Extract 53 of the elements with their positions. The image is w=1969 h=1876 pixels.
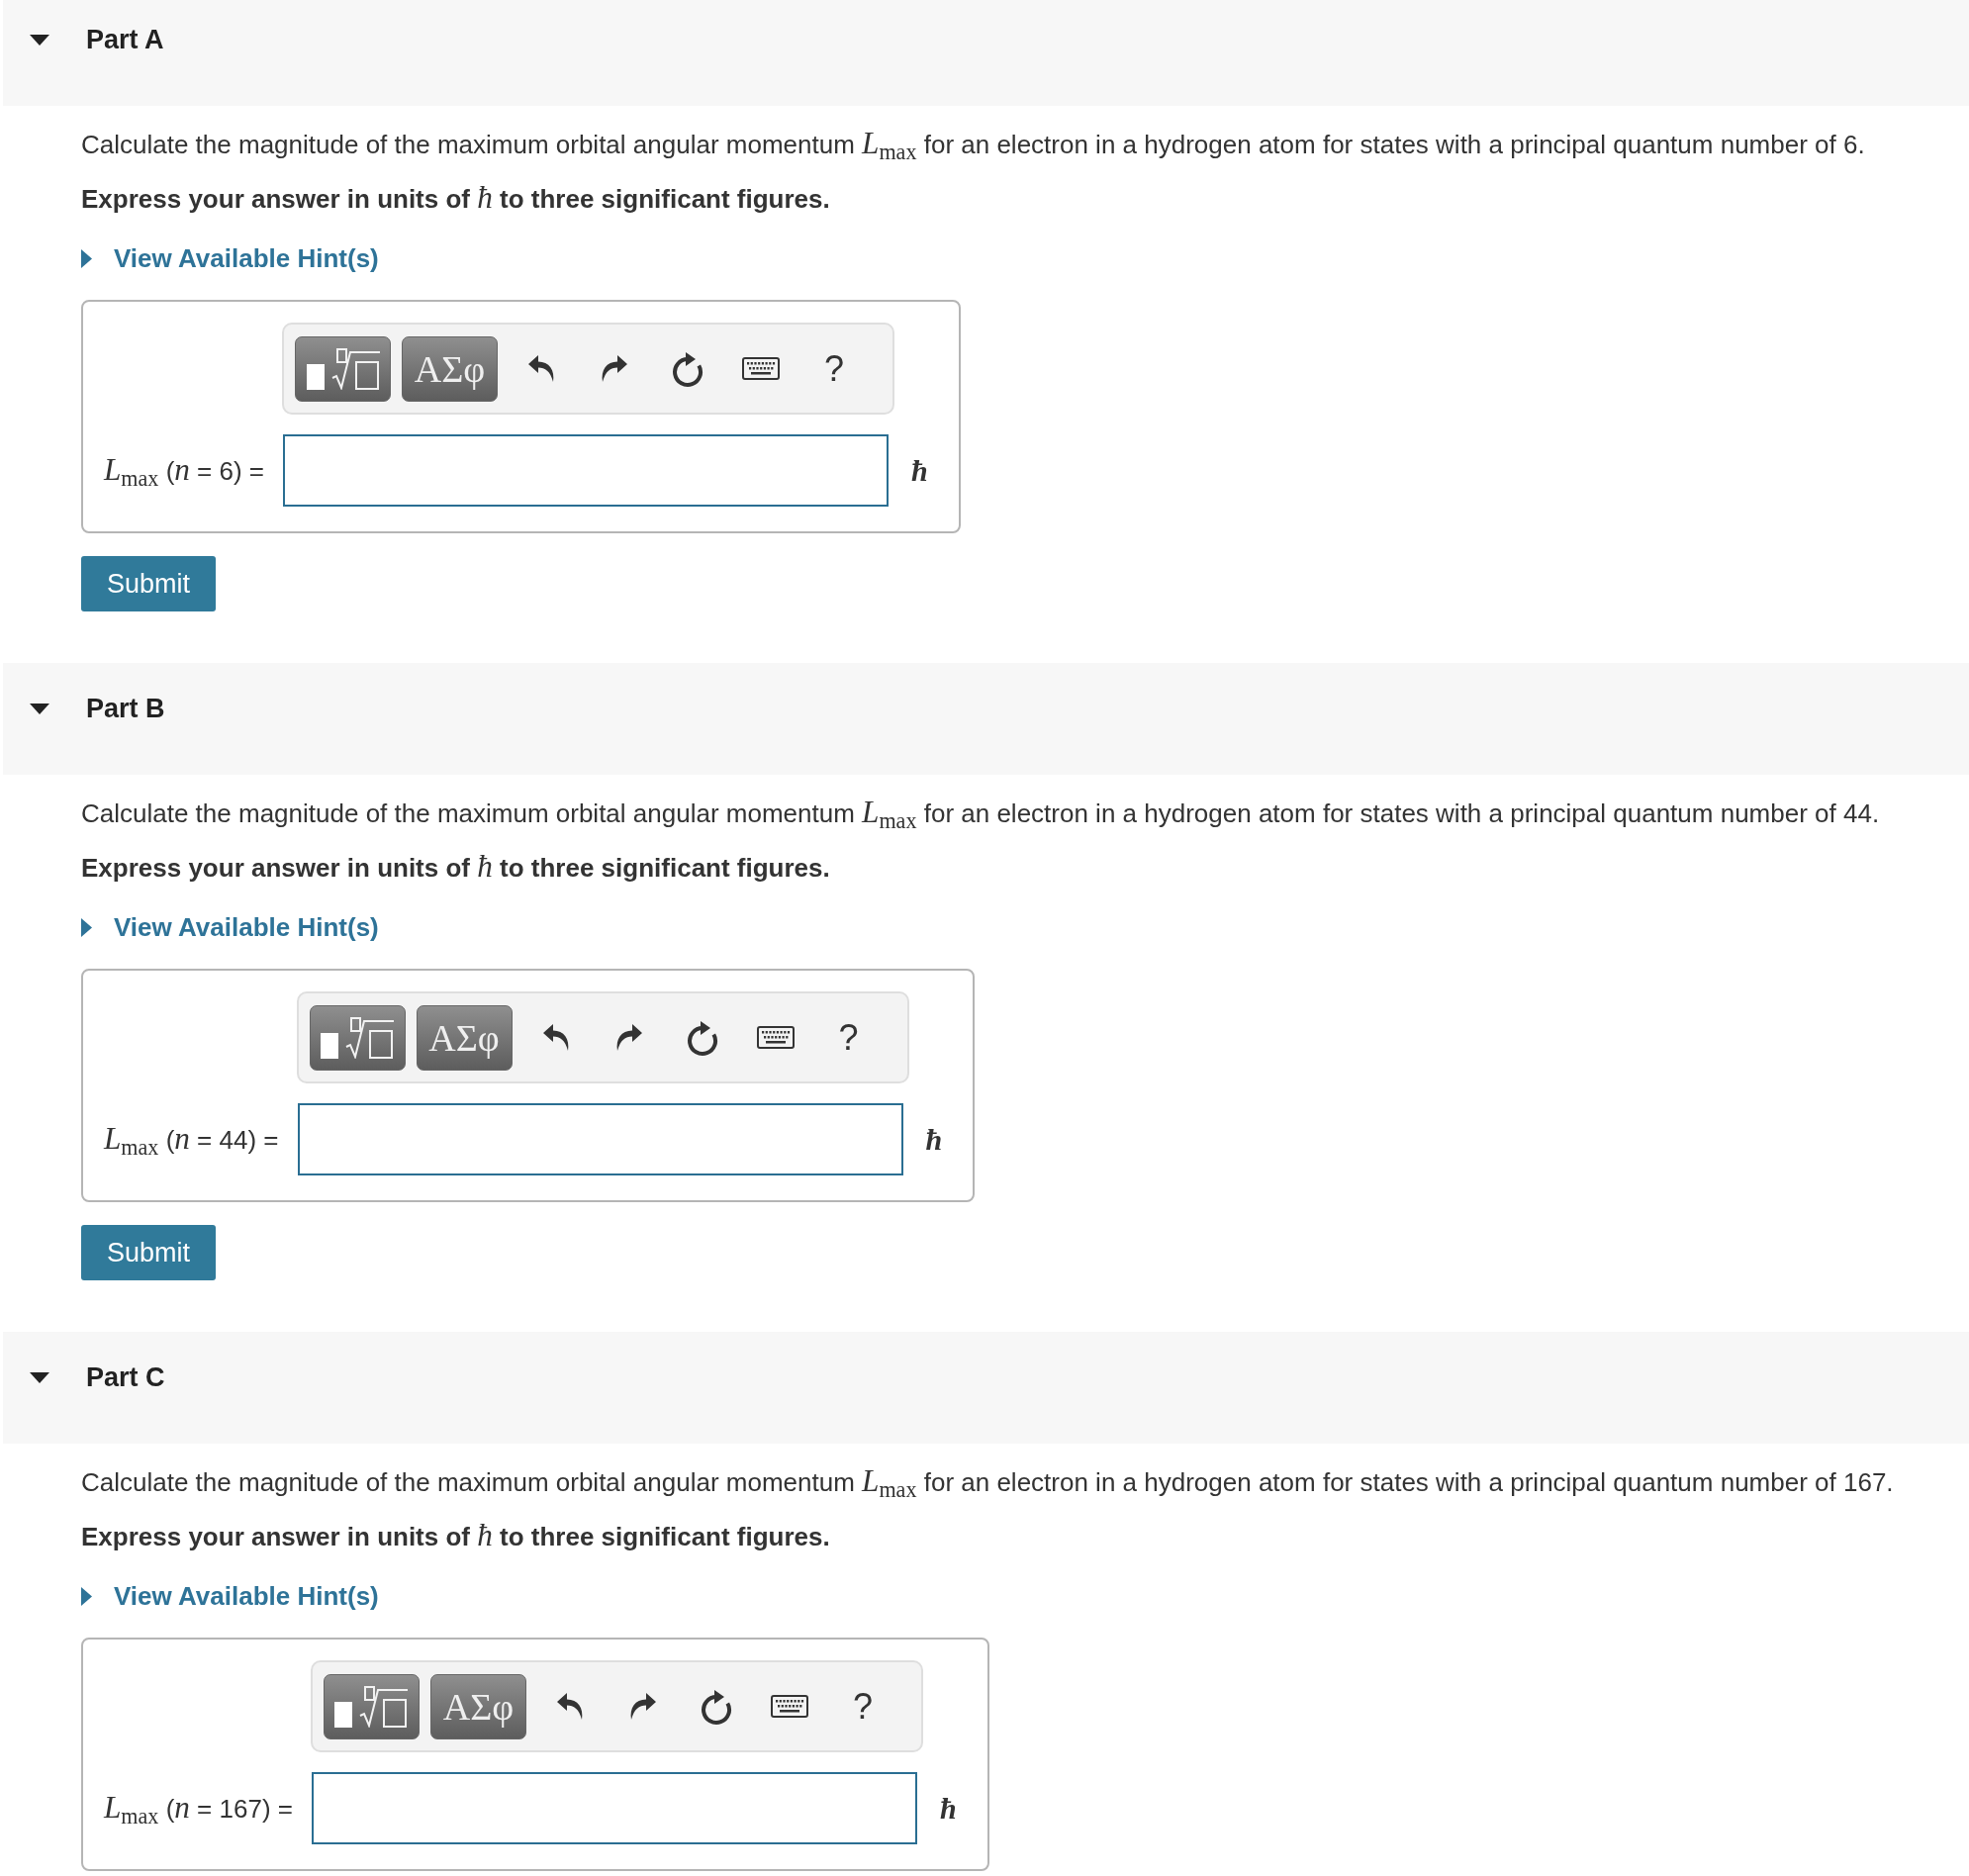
help-button[interactable]: ?: [824, 350, 845, 387]
redo-icon[interactable]: [601, 354, 629, 383]
hint-link[interactable]: View Available Hint(s): [81, 240, 379, 276]
unit-label: ħ: [911, 453, 928, 489]
instruction-text: Express your answer in units of ħ to three significant figures.: [81, 849, 831, 886]
question-text: Calculate the magnitude of the maximum orbital angular momentum L$_{max}$ for an electron in a hydrogen atom for states with a principal quantum number of 44.: [81, 795, 1881, 831]
caret-down-icon[interactable]: [30, 1371, 49, 1383]
templates-button[interactable]: [323, 1673, 420, 1739]
undo-icon[interactable]: [555, 1692, 584, 1721]
square-root-icon: [306, 347, 380, 390]
redo-icon[interactable]: [628, 1692, 657, 1721]
symbols-button[interactable]: ΑΣφ: [416, 1004, 513, 1071]
templates-button[interactable]: [295, 335, 392, 402]
caret-down-icon[interactable]: [30, 34, 49, 46]
part-title: Part A: [86, 24, 164, 55]
answer-field[interactable]: [311, 1772, 917, 1844]
symbols-button[interactable]: ΑΣφ: [429, 1673, 526, 1739]
keyboard-icon[interactable]: [770, 1695, 808, 1718]
caret-right-icon: [81, 917, 92, 937]
help-button[interactable]: ?: [838, 1019, 859, 1056]
help-button[interactable]: ?: [852, 1688, 873, 1725]
answer-field[interactable]: [283, 434, 890, 507]
caret-down-icon[interactable]: [30, 703, 49, 714]
keyboard-icon[interactable]: [756, 1026, 795, 1049]
unit-label: ħ: [939, 1791, 957, 1827]
reset-icon[interactable]: [685, 1018, 719, 1057]
undo-icon[interactable]: [541, 1023, 570, 1052]
question-text: Calculate the magnitude of the maximum orbital angular momentum L$_{max}$ for an electron in a hydrogen atom for states with a principal quantum number of 167.: [81, 1463, 1895, 1500]
answer-label: L$_{max}$ (n = 6) =: [104, 451, 265, 493]
answer-field[interactable]: [297, 1103, 903, 1175]
instruction-text: Express your answer in units of ħ to three significant figures.: [81, 1518, 831, 1554]
square-root-icon: [321, 1016, 394, 1059]
unit-label: ħ: [925, 1122, 943, 1158]
redo-icon[interactable]: [614, 1023, 643, 1052]
question-text: Calculate the magnitude of the maximum orbital angular momentum L$_{max}$ for an electron in a hydrogen atom for states with a principal quantum number of 6.: [81, 126, 1866, 162]
reset-icon[interactable]: [699, 1687, 733, 1726]
submit-button[interactable]: Submit: [81, 556, 217, 611]
symbols-button[interactable]: ΑΣφ: [402, 335, 499, 402]
templates-button[interactable]: [309, 1004, 406, 1071]
reset-icon[interactable]: [671, 349, 705, 388]
caret-right-icon: [81, 248, 92, 268]
answer-label: L$_{max}$ (n = 167) =: [104, 1789, 293, 1830]
undo-icon[interactable]: [527, 354, 556, 383]
part-title: Part B: [86, 693, 165, 724]
answer-label: L$_{max}$ (n = 44) =: [104, 1120, 279, 1162]
instruction-text: Express your answer in units of ħ to three significant figures.: [81, 180, 831, 217]
part-title: Part C: [86, 1361, 165, 1393]
hint-link[interactable]: View Available Hint(s): [81, 909, 379, 945]
keyboard-icon[interactable]: [742, 357, 781, 380]
hint-link[interactable]: View Available Hint(s): [81, 1578, 379, 1614]
caret-right-icon: [81, 1586, 92, 1606]
submit-button[interactable]: Submit: [81, 1225, 217, 1280]
square-root-icon: [334, 1685, 409, 1728]
